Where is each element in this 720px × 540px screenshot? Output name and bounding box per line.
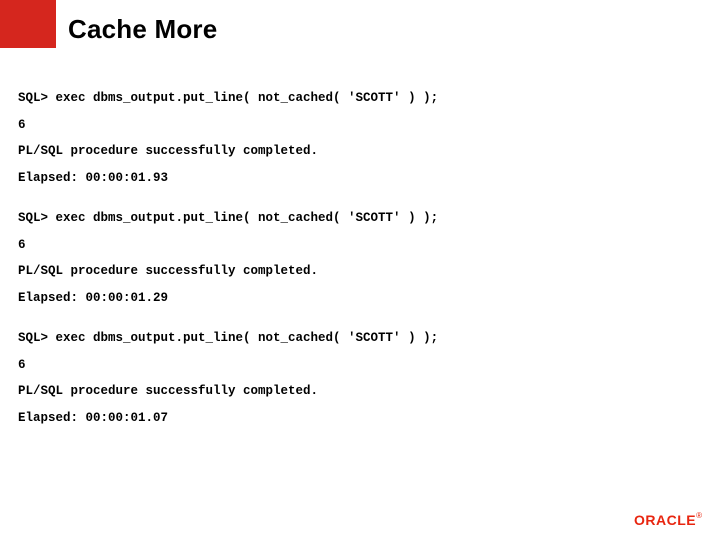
sql-elapsed: Elapsed: 00:00:01.29 bbox=[18, 292, 702, 305]
brand-accent-block bbox=[0, 0, 56, 48]
footer: ORACLE® bbox=[634, 512, 702, 530]
slide-content: SQL> exec dbms_output.put_line( not_cach… bbox=[18, 92, 702, 452]
sql-status: PL/SQL procedure successfully completed. bbox=[18, 385, 702, 398]
sql-command: SQL> exec dbms_output.put_line( not_cach… bbox=[18, 212, 702, 225]
registered-mark: ® bbox=[696, 511, 702, 520]
sql-run-block: SQL> exec dbms_output.put_line( not_cach… bbox=[18, 332, 702, 424]
oracle-logo: ORACLE bbox=[634, 512, 696, 528]
sql-elapsed: Elapsed: 00:00:01.07 bbox=[18, 412, 702, 425]
sql-status: PL/SQL procedure successfully completed. bbox=[18, 145, 702, 158]
sql-elapsed: Elapsed: 00:00:01.93 bbox=[18, 172, 702, 185]
sql-run-block: SQL> exec dbms_output.put_line( not_cach… bbox=[18, 212, 702, 304]
sql-command: SQL> exec dbms_output.put_line( not_cach… bbox=[18, 332, 702, 345]
sql-command: SQL> exec dbms_output.put_line( not_cach… bbox=[18, 92, 702, 105]
sql-result: 6 bbox=[18, 239, 702, 252]
sql-result: 6 bbox=[18, 359, 702, 372]
sql-run-block: SQL> exec dbms_output.put_line( not_cach… bbox=[18, 92, 702, 184]
sql-result: 6 bbox=[18, 119, 702, 132]
slide-title: Cache More bbox=[68, 14, 217, 45]
sql-status: PL/SQL procedure successfully completed. bbox=[18, 265, 702, 278]
